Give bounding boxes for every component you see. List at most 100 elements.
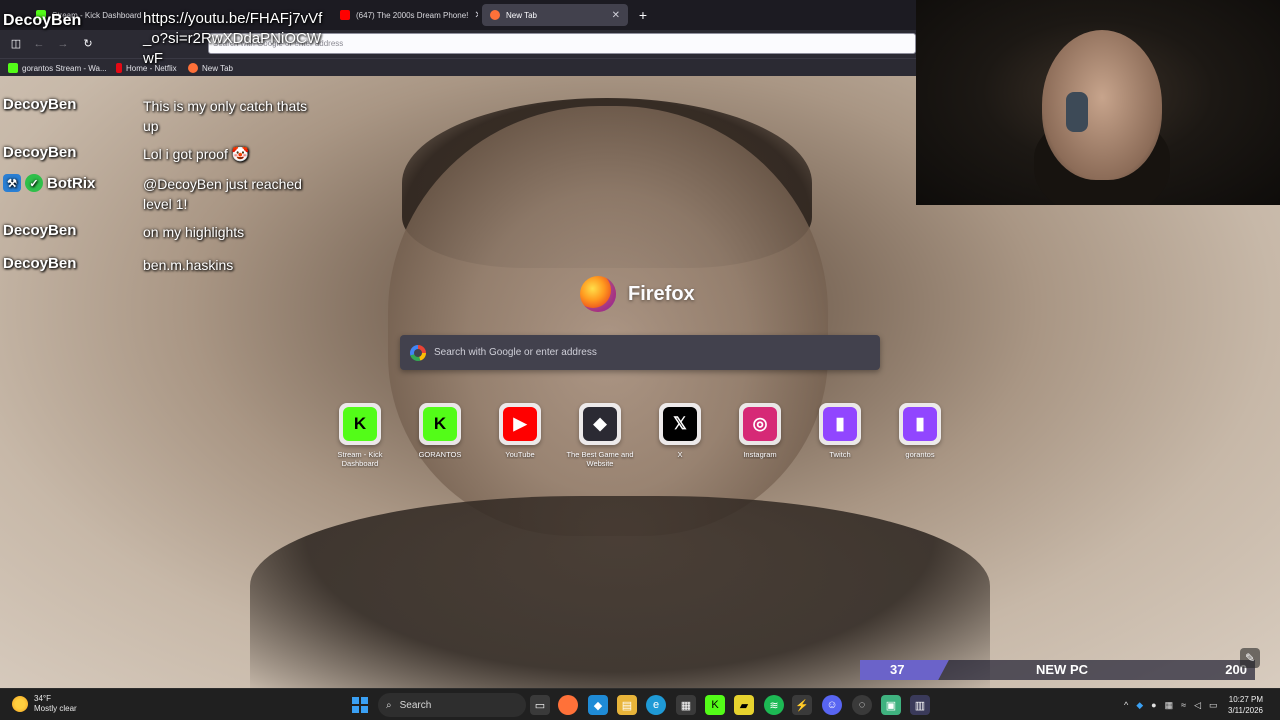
shortcut-site-icon: ▮ bbox=[823, 407, 857, 441]
notes-icon[interactable]: ▰ bbox=[734, 695, 754, 715]
tab-new-tab[interactable]: New Tab ✕ bbox=[482, 4, 628, 26]
sidebar-icon[interactable]: ◫ bbox=[8, 36, 24, 52]
customize-pencil-icon[interactable]: ✎ bbox=[1240, 648, 1260, 668]
clock-time: 10:27 PM bbox=[1228, 695, 1263, 704]
edge-icon[interactable]: e bbox=[646, 695, 666, 715]
stream-channel-name: DecoyBen bbox=[3, 12, 82, 29]
chat-username: BotRix bbox=[47, 174, 96, 192]
chat-username: DecoyBen bbox=[3, 96, 77, 113]
brand-name: Firefox bbox=[628, 282, 695, 305]
chat-username: DecoyBen bbox=[3, 255, 77, 272]
chat-message: This is my only catch thats up bbox=[143, 98, 308, 134]
firefox-taskbar-icon[interactable] bbox=[558, 695, 578, 715]
taskbar-search[interactable]: ⌕ Search bbox=[378, 693, 526, 717]
chat-username-row: ⚒ ✓ BotRix bbox=[3, 174, 95, 192]
battery-icon[interactable]: ▭ bbox=[1209, 700, 1218, 711]
shortcut-label: Twitch bbox=[829, 450, 851, 459]
newtab-search-input[interactable] bbox=[434, 340, 880, 365]
store-icon[interactable]: ▦ bbox=[676, 695, 696, 715]
task-view-icon[interactable]: ▭ bbox=[530, 695, 550, 715]
shortcut-label: gorantos bbox=[905, 450, 935, 459]
newtab-search-box[interactable] bbox=[400, 335, 880, 370]
shortcut-icon-frame[interactable]: ◎ bbox=[739, 403, 781, 445]
shortcut-site-icon: ◆ bbox=[583, 407, 617, 441]
new-tab-button[interactable]: + bbox=[636, 6, 650, 24]
moderator-badge-icon: ⚒ bbox=[3, 174, 21, 192]
chat-message: ben.m.haskins bbox=[143, 257, 234, 273]
app-tray-icon[interactable]: ▦ bbox=[1165, 700, 1174, 711]
bookmark-item[interactable]: gorantos Stream - Wa... bbox=[8, 61, 107, 75]
clock-date: 3/11/2026 bbox=[1228, 706, 1263, 715]
chat-message: on my highlights bbox=[143, 224, 245, 240]
spotify-icon[interactable]: ≋ bbox=[764, 695, 784, 715]
close-icon[interactable]: ✕ bbox=[612, 10, 620, 21]
shortcut-site-icon: ▮ bbox=[903, 407, 937, 441]
shortcut-site-icon: ▶ bbox=[503, 407, 537, 441]
firefox-brand: Firefox bbox=[580, 276, 695, 312]
webcam-person-head bbox=[1042, 30, 1162, 180]
search-icon: ⌕ bbox=[386, 699, 392, 711]
headphones-icon bbox=[1066, 92, 1088, 132]
app-taskbar-icon[interactable]: ▥ bbox=[910, 695, 930, 715]
shortcut-label: X bbox=[677, 450, 683, 459]
tab-title: New Tab bbox=[506, 10, 537, 20]
wifi-icon[interactable]: ≈ bbox=[1181, 700, 1186, 710]
shortcut-icon-frame[interactable]: ▮ bbox=[819, 403, 861, 445]
system-tray: ^ ◆ ● ▦ ≈ ◁ ▭ bbox=[1124, 694, 1218, 716]
chat-message-link: https://youtu.be/FHAFj7vVf_o?si=r2RwXDda… bbox=[143, 10, 323, 67]
shortcut-site-icon: ◎ bbox=[743, 407, 777, 441]
close-icon[interactable]: ✕ bbox=[474, 10, 478, 21]
weather-widget[interactable]: 34°F Mostly clear bbox=[12, 694, 77, 714]
volume-icon[interactable]: ◁ bbox=[1194, 700, 1201, 711]
back-arrow-icon[interactable]: ← bbox=[31, 36, 47, 52]
chevron-up-icon[interactable]: ^ bbox=[1124, 700, 1128, 710]
reload-icon[interactable]: ↻ bbox=[80, 36, 96, 52]
shortcut-icon-frame[interactable]: 𝕏 bbox=[659, 403, 701, 445]
discord-icon[interactable]: ☺ bbox=[822, 695, 842, 715]
windows-start-icon[interactable] bbox=[352, 697, 368, 713]
shortcut-tile[interactable]: ▶ YouTube bbox=[485, 403, 555, 469]
google-icon bbox=[410, 344, 426, 361]
weather-description: Mostly clear bbox=[34, 704, 77, 713]
weather-temperature: 34°F bbox=[34, 694, 51, 703]
chat-username: DecoyBen bbox=[3, 222, 77, 239]
shortcut-icon-frame[interactable]: K bbox=[419, 403, 461, 445]
netflix-favicon-icon bbox=[116, 63, 122, 73]
tab-youtube-video[interactable]: (647) The 2000s Dream Phone! ✕ bbox=[332, 4, 478, 26]
chat-message: @DecoyBen just reached level 1! bbox=[143, 176, 302, 212]
security-icon[interactable]: ◆ bbox=[1136, 700, 1143, 711]
app-taskbar-icon[interactable]: ▣ bbox=[881, 695, 901, 715]
shortcut-tile[interactable]: K GORANTOS bbox=[405, 403, 475, 469]
shortcut-label: GORANTOS bbox=[418, 450, 462, 459]
shortcut-tile[interactable]: ▮ Twitch bbox=[805, 403, 875, 469]
shortcut-icon-frame[interactable]: ◆ bbox=[579, 403, 621, 445]
firefox-logo-icon bbox=[580, 276, 616, 312]
shortcut-site-icon: K bbox=[343, 407, 377, 441]
wallpaper-portrait-face bbox=[388, 106, 828, 536]
firefox-favicon-icon bbox=[490, 10, 500, 20]
file-explorer-icon[interactable]: ▤ bbox=[617, 695, 637, 715]
shortcut-tile[interactable]: ◎ Instagram bbox=[725, 403, 795, 469]
app-taskbar-icon[interactable]: ⚡ bbox=[792, 695, 812, 715]
shortcut-tile[interactable]: K Stream - Kick Dashboard bbox=[325, 403, 395, 469]
chat-message: Lol i got proof 🤡 bbox=[143, 146, 250, 162]
stream-goal-bar: 37 NEW PC 200 bbox=[860, 660, 1255, 680]
youtube-favicon-icon bbox=[340, 10, 350, 20]
microphone-icon[interactable]: ● bbox=[1151, 700, 1156, 710]
shortcut-label: The Best Game and Website bbox=[566, 450, 634, 468]
kick-taskbar-icon[interactable]: K bbox=[705, 695, 725, 715]
app-taskbar-icon[interactable]: ◌ bbox=[852, 695, 872, 715]
windows-taskbar: 34°F Mostly clear ⌕ Search ▭ ◆ ▤ e ▦ K ▰… bbox=[0, 688, 1280, 720]
shortcut-label: YouTube bbox=[505, 450, 535, 459]
shortcut-icon-frame[interactable]: ▮ bbox=[899, 403, 941, 445]
kick-favicon-icon bbox=[8, 63, 18, 73]
forward-arrow-icon[interactable]: → bbox=[55, 36, 71, 52]
bookmarks-toolbar: gorantos Stream - Wa... Home - Netflix N… bbox=[0, 58, 916, 76]
taskbar-clock[interactable]: 10:27 PM 3/11/2026 bbox=[1228, 694, 1263, 716]
shortcut-tile[interactable]: 𝕏X bbox=[645, 403, 715, 469]
app-taskbar-icon[interactable]: ◆ bbox=[588, 695, 608, 715]
shortcut-tile[interactable]: ◆ The Best Game and Website bbox=[565, 403, 635, 469]
shortcut-icon-frame[interactable]: K bbox=[339, 403, 381, 445]
shortcut-icon-frame[interactable]: ▶ bbox=[499, 403, 541, 445]
shortcut-tile[interactable]: ▮ gorantos bbox=[885, 403, 955, 469]
